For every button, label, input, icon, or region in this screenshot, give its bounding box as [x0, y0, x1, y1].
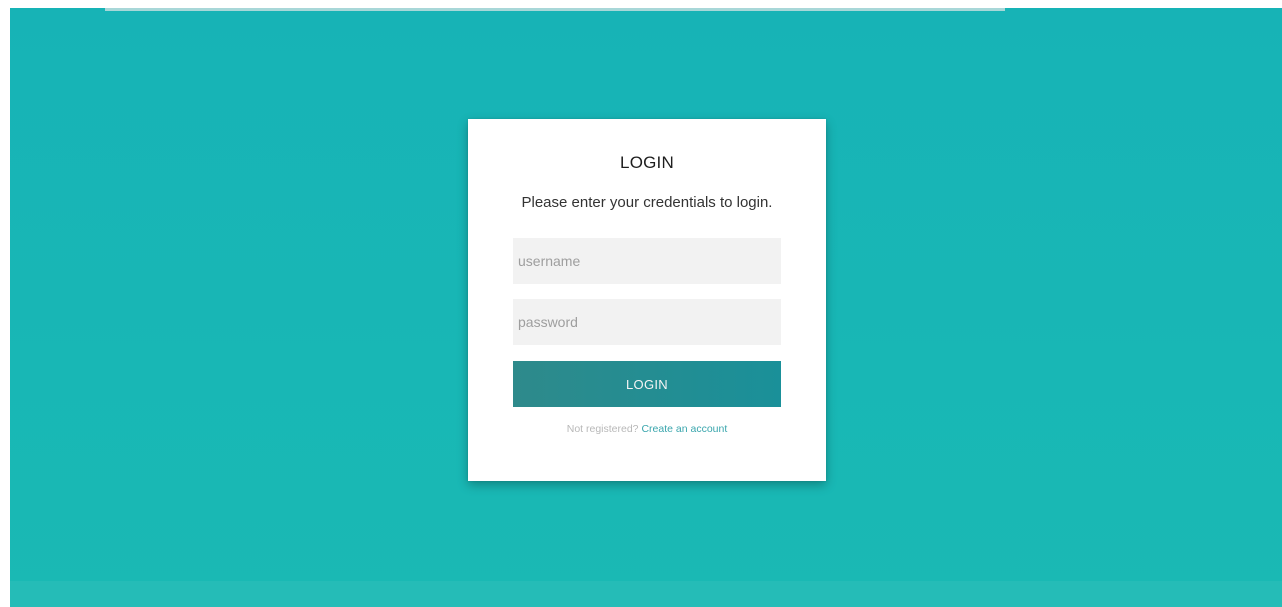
- login-title: LOGIN: [620, 153, 674, 172]
- login-card: LOGIN Please enter your credentials to l…: [468, 119, 826, 481]
- login-subtitle: Please enter your credentials to login.: [521, 194, 773, 211]
- login-page-background: LOGIN Please enter your credentials to l…: [10, 8, 1282, 607]
- register-prompt-text: Not registered?: [566, 423, 639, 435]
- register-prompt-line: Not registered? Create an account: [468, 423, 826, 435]
- login-button[interactable]: LOGIN: [513, 361, 781, 407]
- top-divider: [105, 8, 1005, 11]
- bottom-band: [10, 581, 1282, 607]
- username-input[interactable]: [513, 238, 781, 284]
- create-account-link[interactable]: Create an account: [641, 423, 727, 435]
- password-input[interactable]: [513, 299, 781, 345]
